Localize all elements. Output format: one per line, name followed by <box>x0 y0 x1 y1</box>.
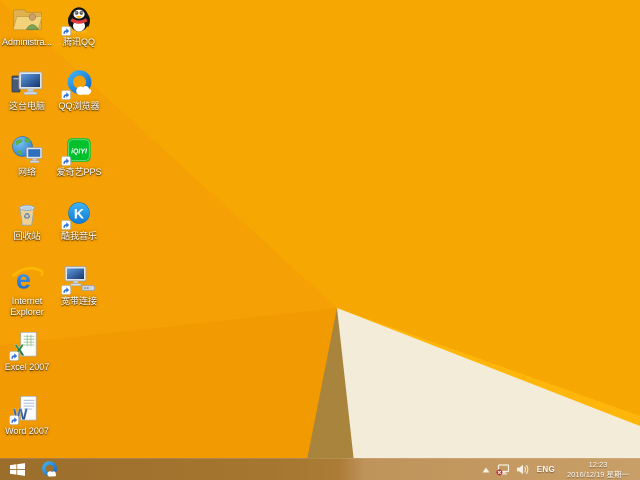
svg-text:iQIYI: iQIYI <box>71 148 88 155</box>
desktop-icon-qq-browser[interactable]: QQ浏览器 <box>54 67 104 112</box>
system-tray: ENG 12:23 2016/12/19 星期一 <box>479 459 640 480</box>
shortcut-arrow-icon <box>61 285 71 295</box>
shortcut-arrow-icon <box>61 156 71 166</box>
shortcut-arrow-icon <box>61 26 71 36</box>
shortcut-arrow-icon <box>9 351 19 361</box>
taskbar: ENG 12:23 2016/12/19 星期一 <box>0 458 640 480</box>
taskbar-clock[interactable]: 12:23 2016/12/19 星期一 <box>560 460 636 479</box>
desktop-icon-excel-2007[interactable]: X Excel 2007 <box>2 328 52 373</box>
desktop: Administra... <box>0 0 640 480</box>
recycle-bin-icon: ♻ <box>12 198 42 229</box>
network-status-icon[interactable] <box>493 459 513 480</box>
show-hidden-icons-button[interactable] <box>479 459 493 480</box>
internet-explorer-icon: e <box>11 263 44 294</box>
desktop-icon-iqiyi-pps[interactable]: iQIYI 爱奇艺PPS <box>54 133 104 178</box>
clock-date: 2016/12/19 星期一 <box>563 470 633 479</box>
icon-label: Excel 2007 <box>2 362 52 373</box>
icon-label: 这台电脑 <box>2 101 52 112</box>
svg-text:♻: ♻ <box>23 211 31 221</box>
desktop-icon-internet-explorer[interactable]: e Internet Explorer <box>2 262 52 318</box>
speaker-icon <box>516 464 529 475</box>
svg-text:K: K <box>74 205 85 221</box>
desktop-icon-tencent-qq[interactable]: 腾讯QQ <box>54 3 104 48</box>
chevron-up-icon <box>482 467 490 473</box>
computer-icon <box>10 69 44 99</box>
icon-label: 腾讯QQ <box>54 37 104 48</box>
desktop-icon-administrator[interactable]: Administra... <box>2 3 52 48</box>
icon-label: 酷我音乐 <box>54 231 104 242</box>
desktop-icon-recycle-bin[interactable]: ♻ 回收站 <box>2 197 52 242</box>
shortcut-arrow-icon <box>61 220 71 230</box>
icon-label: 宽带连接 <box>54 296 104 307</box>
icon-label: 网络 <box>2 167 52 178</box>
icon-label: Administra... <box>2 37 52 48</box>
start-button[interactable] <box>0 459 34 480</box>
shortcut-arrow-icon <box>61 90 71 100</box>
desktop-icon-kuwo-music[interactable]: K 酷我音乐 <box>54 197 104 242</box>
icon-label: Internet Explorer <box>2 296 52 318</box>
desktop-icon-network[interactable]: 网络 <box>2 133 52 178</box>
language-indicator[interactable]: ENG <box>532 459 560 480</box>
icon-label: Word 2007 <box>2 426 52 437</box>
taskbar-qq-browser-button[interactable] <box>34 459 64 480</box>
network-icon <box>496 464 510 476</box>
shortcut-arrow-icon <box>9 415 19 425</box>
desktop-icon-this-pc[interactable]: 这台电脑 <box>2 67 52 112</box>
desktop-icon-word-2007[interactable]: W Word 2007 <box>2 392 52 437</box>
desktop-icon-broadband-connection[interactable]: 宽带连接 <box>54 262 104 307</box>
icon-label: QQ浏览器 <box>54 101 104 112</box>
windows-logo-icon <box>10 463 25 476</box>
icon-label: 爱奇艺PPS <box>54 167 104 178</box>
volume-button[interactable] <box>513 459 532 480</box>
icon-label: 回收站 <box>2 231 52 242</box>
qq-browser-icon <box>40 460 59 479</box>
user-folder-icon <box>11 5 44 35</box>
network-globe-icon <box>10 135 44 165</box>
clock-time: 12:23 <box>563 460 633 469</box>
